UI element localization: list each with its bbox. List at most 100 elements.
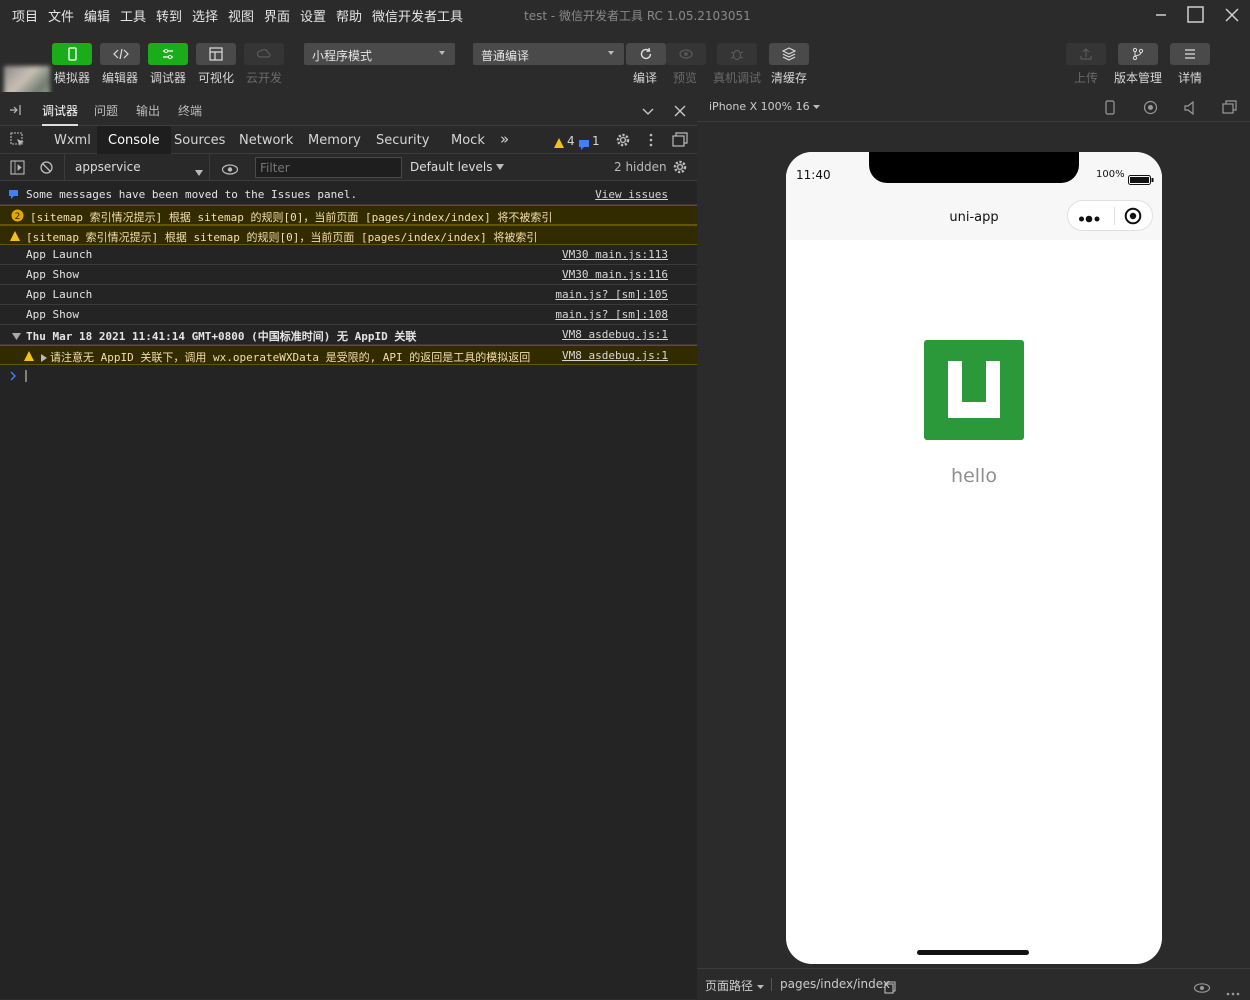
menu-file[interactable]: 文件	[48, 6, 74, 25]
more-icon[interactable]	[1226, 981, 1240, 1000]
status-battery-text: 100%	[1096, 169, 1125, 180]
tab-mock[interactable]: Mock	[451, 133, 485, 148]
upload-button[interactable]	[1066, 43, 1106, 65]
compile-button[interactable]	[626, 43, 666, 65]
info-count[interactable]: 1	[592, 134, 600, 148]
volume-icon[interactable]	[1183, 100, 1197, 119]
clear-console-icon[interactable]	[39, 160, 54, 179]
console-settings-icon[interactable]	[672, 159, 688, 179]
kebab-icon[interactable]	[648, 132, 654, 152]
simulator-panel: iPhone X 100% 16 11:40 100% uni-app hell…	[697, 92, 1250, 999]
tab-sources[interactable]: Sources	[174, 133, 225, 148]
tab-memory[interactable]: Memory	[308, 133, 361, 148]
menu-help[interactable]: 帮助	[336, 6, 362, 25]
page-path-value: pages/index/index	[780, 977, 890, 991]
sidebar-toggle-icon[interactable]	[10, 160, 25, 179]
menu-bar: 项目 文件 编辑 工具 转到 选择 视图 界面 设置 帮助 微信开发者工具 te…	[0, 0, 1250, 30]
clear-cache-button[interactable]	[769, 43, 809, 65]
debugger-button[interactable]	[148, 43, 188, 65]
cloud-button[interactable]	[244, 43, 284, 65]
eye-icon[interactable]	[1193, 979, 1211, 998]
device-select[interactable]: iPhone X 100% 16	[709, 100, 821, 113]
tab-wxml[interactable]: Wxml	[54, 133, 91, 148]
copy-icon[interactable]	[884, 979, 896, 998]
filter-input[interactable]	[255, 157, 402, 178]
devtools-tabs: Wxml Console Sources Network Memory Secu…	[0, 126, 697, 154]
menu-select[interactable]: 选择	[192, 6, 218, 25]
code-icon	[113, 48, 129, 60]
message-icon[interactable]	[579, 135, 590, 154]
warning-icon[interactable]	[553, 134, 565, 153]
menu-settings[interactable]: 设置	[300, 6, 326, 25]
source-link[interactable]: VM8 asdebug.js:1	[562, 328, 668, 341]
undock-icon[interactable]	[672, 132, 688, 152]
console-prompt[interactable]	[10, 370, 34, 385]
tab-debugger[interactable]: 调试器	[42, 102, 79, 126]
menu-view[interactable]: 视图	[228, 6, 254, 25]
expand-arrow-icon[interactable]	[12, 331, 21, 344]
menu-edit[interactable]: 编辑	[84, 6, 110, 25]
simulator-button[interactable]	[52, 43, 92, 65]
detach-icon[interactable]	[1222, 100, 1237, 119]
tab-terminal[interactable]: 终端	[178, 102, 202, 119]
record-icon[interactable]	[1143, 100, 1158, 119]
view-issues-link[interactable]: View issues	[595, 188, 668, 201]
source-link[interactable]: main.js? [sm]:105	[555, 288, 668, 301]
menu-goto[interactable]: 转到	[156, 6, 182, 25]
more-tabs-icon[interactable]: »	[500, 130, 509, 148]
source-link[interactable]: VM30 main.js:116	[562, 268, 668, 281]
real-debug-label: 真机调试	[713, 71, 762, 85]
mode-select[interactable]: 小程序模式	[304, 43, 455, 65]
tab-issues[interactable]: 问题	[94, 102, 118, 119]
minimize-icon[interactable]	[1150, 4, 1172, 26]
version-button[interactable]	[1118, 43, 1158, 65]
visual-button[interactable]	[196, 43, 236, 65]
close-mini-program-icon[interactable]	[1124, 207, 1142, 229]
tab-network[interactable]: Network	[239, 133, 293, 148]
warning-count[interactable]: 4	[567, 134, 575, 148]
chevron-down-icon	[608, 51, 614, 55]
eye-icon[interactable]	[221, 161, 239, 180]
prompt-chevron-icon	[10, 370, 27, 382]
source-link[interactable]: main.js? [sm]:108	[555, 308, 668, 321]
details-button[interactable]	[1170, 43, 1210, 65]
tab-console[interactable]: Console	[97, 126, 171, 154]
maximize-icon[interactable]	[1185, 4, 1207, 26]
debug-icon	[163, 48, 173, 60]
tab-output[interactable]: 输出	[136, 102, 160, 119]
menu-tools[interactable]: 工具	[120, 6, 146, 25]
close-icon[interactable]	[1221, 4, 1243, 26]
dock-icon[interactable]	[9, 102, 23, 121]
menu-project[interactable]: 项目	[12, 6, 38, 25]
console-group-row[interactable]: Thu Mar 18 2021 11:41:14 GMT+0800 (中国标准时…	[0, 325, 697, 345]
source-link[interactable]: VM8 asdebug.js:1	[559, 349, 668, 362]
phone-icon[interactable]	[1104, 100, 1116, 119]
tab-security[interactable]: Security	[376, 133, 429, 148]
source-link[interactable]: VM30 main.js:113	[562, 248, 668, 261]
preview-button[interactable]	[666, 43, 706, 65]
compile-select[interactable]: 普通编译	[473, 43, 624, 65]
details-label: 详情	[1178, 71, 1203, 85]
caret-down-icon	[496, 164, 505, 170]
console-message: 请注意无 AppID 关联下，调用 wx.operateWXData 是受限的,…	[50, 351, 531, 364]
inspect-icon[interactable]	[10, 132, 26, 152]
layout-icon	[209, 47, 223, 61]
chevron-down-icon	[439, 51, 445, 55]
more-dots-icon[interactable]	[1078, 210, 1104, 229]
toolbar: 模拟器 编辑器 调试器 可视化 云开发 小程序模式 普通编译 编译 预览 真机调…	[0, 30, 1250, 104]
editor-button[interactable]	[100, 43, 140, 65]
window-title: test - 微信开发者工具 RC 1.05.2103051	[524, 9, 751, 23]
expand-arrow-icon[interactable]	[41, 352, 47, 365]
page-path-select[interactable]: 页面路径	[705, 977, 764, 994]
levels-select[interactable]: Default levels	[410, 160, 505, 174]
warning-icon	[9, 230, 21, 245]
menu-interface[interactable]: 界面	[264, 6, 290, 25]
context-select[interactable]: appservice	[64, 154, 210, 181]
console-message: Some messages have been moved to the Iss…	[26, 188, 358, 201]
chevron-down-icon[interactable]	[641, 103, 655, 122]
gear-icon[interactable]	[615, 132, 631, 152]
real-debug-button[interactable]	[717, 43, 757, 65]
menu-wechat-devtools[interactable]: 微信开发者工具	[372, 6, 463, 25]
console-message: App Launch	[26, 248, 93, 261]
close-panel-icon[interactable]	[674, 102, 686, 121]
